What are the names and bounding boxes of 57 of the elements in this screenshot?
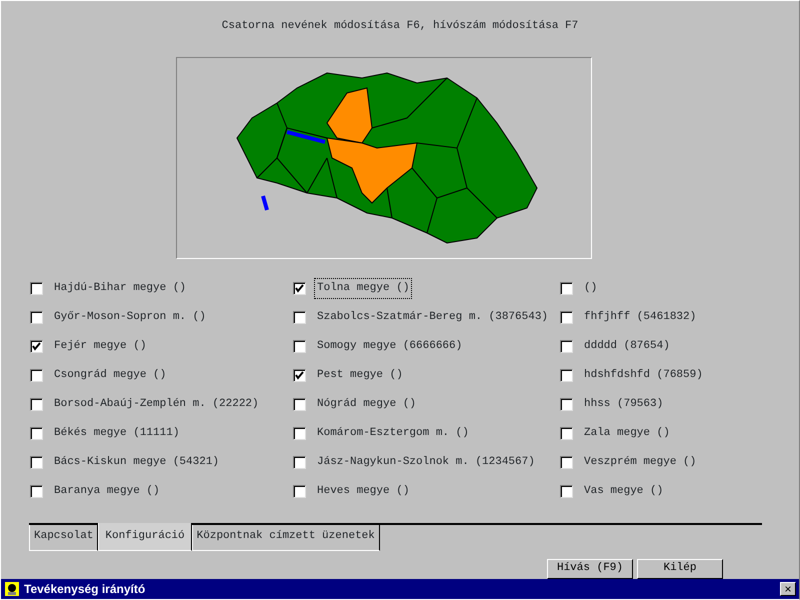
checkbox-label: ddddd (87654) xyxy=(583,339,671,354)
checkbox[interactable] xyxy=(30,456,43,469)
checkbox[interactable] xyxy=(30,311,43,324)
checkbox[interactable] xyxy=(560,398,573,411)
checkbox-label: Komárom-Esztergom m. () xyxy=(316,426,470,442)
checkbox-label: Győr-Moson-Sopron m. () xyxy=(53,310,207,326)
checkbox[interactable] xyxy=(293,340,306,353)
checkbox[interactable] xyxy=(293,311,306,324)
checkbox-label: Heves megye () xyxy=(316,484,410,500)
checkbox[interactable] xyxy=(293,456,306,469)
dialog-button[interactable]: Kilép xyxy=(637,558,723,578)
app-icon xyxy=(4,581,20,597)
checkbox-label: Békés megye (11111) xyxy=(53,426,180,442)
dialog-button[interactable]: Hívás (F9) xyxy=(547,558,633,578)
checkbox-label: Fejér megye () xyxy=(53,339,148,354)
checkbox[interactable] xyxy=(293,427,306,440)
checkbox-label: Baranya megye () xyxy=(53,484,161,500)
tab[interactable]: Kapcsolat xyxy=(29,525,98,550)
checkbox[interactable] xyxy=(560,282,573,295)
window-title: Tevékenység irányító xyxy=(24,581,146,598)
checkbox[interactable] xyxy=(30,485,43,498)
checkbox[interactable] xyxy=(560,485,573,498)
checkbox[interactable] xyxy=(560,311,573,324)
checkbox[interactable] xyxy=(560,340,573,353)
checkbox-label: Vas megye () xyxy=(583,484,664,500)
checkbox-label: Csongrád megye () xyxy=(53,368,168,384)
checkbox-label: Nógrád megye () xyxy=(316,397,418,412)
checkbox-label: Hajdú-Bihar megye () xyxy=(53,281,188,296)
checkbox-label: Zala megye () xyxy=(583,426,671,442)
checkbox[interactable] xyxy=(30,282,43,295)
close-button[interactable]: × xyxy=(780,582,796,596)
checkbox[interactable] xyxy=(30,340,43,353)
checkbox-label: Bács-Kiskun megye (54321) xyxy=(53,455,220,470)
tab[interactable]: Központnak címzett üzenetek xyxy=(192,525,380,550)
checkbox[interactable] xyxy=(560,369,573,382)
checkbox[interactable] xyxy=(293,369,306,382)
checkbox[interactable] xyxy=(30,427,43,440)
checkbox[interactable] xyxy=(293,282,306,295)
checkbox-label: fhfjhff (5461832) xyxy=(583,310,698,326)
checkbox-label: Borsod-Abaúj-Zemplén m. (22222) xyxy=(53,397,260,412)
checkbox-label: Veszprém megye () xyxy=(583,455,698,470)
checkbox-label: Somogy megye (6666666) xyxy=(316,339,464,354)
checkbox-label: hhss (79563) xyxy=(583,397,664,412)
instruction-text: Csatorna nevének módosítása F6, hívószám módosítása F7 xyxy=(222,20,578,32)
checkbox[interactable] xyxy=(293,485,306,498)
checkbox-label: Szabolcs-Szatmár-Bereg m. (3876543) xyxy=(316,310,550,326)
checkbox[interactable] xyxy=(293,398,306,411)
checkbox[interactable] xyxy=(560,456,573,469)
checkbox-label: () xyxy=(583,281,598,296)
checkbox[interactable] xyxy=(560,427,573,440)
checkbox-label: hdshfdshfd (76859) xyxy=(583,368,704,384)
checkbox[interactable] xyxy=(30,398,43,411)
checkbox-label: Tolna megye () xyxy=(314,278,412,299)
checkbox-label: Jász-Nagykun-Szolnok m. (1234567) xyxy=(316,455,536,470)
tab[interactable]: Konfiguráció xyxy=(98,523,192,550)
checkbox-label: Pest megye () xyxy=(316,368,404,384)
checkbox[interactable] xyxy=(30,369,43,382)
